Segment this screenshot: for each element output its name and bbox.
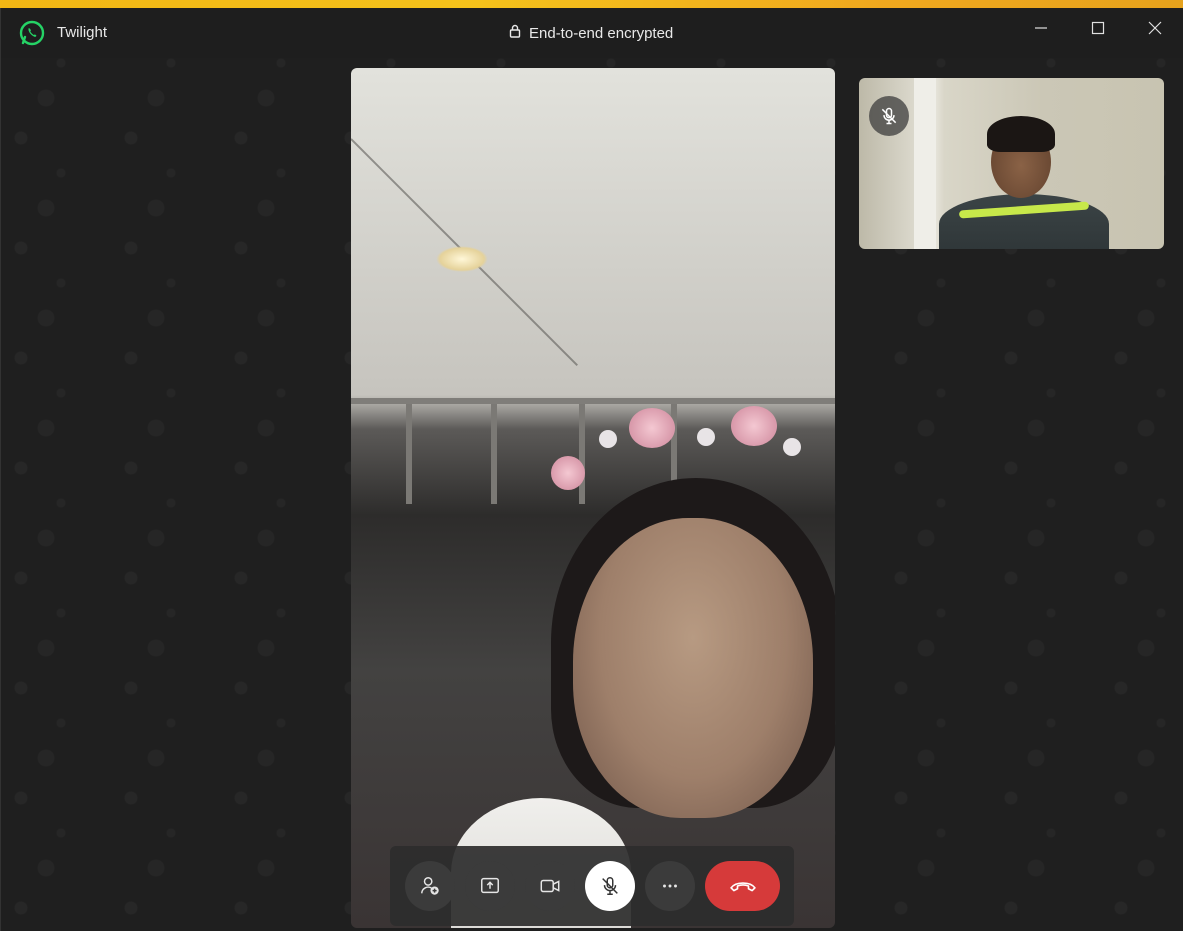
minimize-button[interactable] xyxy=(1026,16,1056,40)
share-screen-button[interactable] xyxy=(465,861,515,911)
add-person-icon xyxy=(421,877,439,895)
call-controls-bar xyxy=(390,846,794,926)
app-title: Twilight xyxy=(57,24,108,41)
lock-icon xyxy=(509,24,521,42)
maximize-icon xyxy=(1091,21,1105,35)
end-call-button[interactable] xyxy=(705,861,780,911)
self-muted-indicator xyxy=(869,96,909,136)
ceiling-lamp xyxy=(436,246,488,272)
minimize-icon xyxy=(1035,27,1047,29)
self-participant xyxy=(939,116,1109,249)
share-screen-icon xyxy=(481,877,499,894)
mute-button[interactable] xyxy=(585,861,635,911)
title-bar: Twilight End-to-end encrypted xyxy=(1,8,1183,58)
add-participant-button[interactable] xyxy=(405,861,455,911)
remote-video-feed xyxy=(351,68,835,928)
video-camera-icon xyxy=(540,879,560,893)
mic-off-icon xyxy=(881,107,897,125)
more-horizontal-icon xyxy=(663,884,677,888)
more-options-button[interactable] xyxy=(645,861,695,911)
camera-button[interactable] xyxy=(525,861,575,911)
encryption-status: End-to-end encrypted xyxy=(509,24,673,42)
maximize-button[interactable] xyxy=(1083,16,1113,40)
close-button[interactable] xyxy=(1140,16,1170,40)
encryption-label: End-to-end encrypted xyxy=(529,24,674,42)
close-icon xyxy=(1148,21,1162,35)
phone-hangup-icon xyxy=(729,882,756,892)
mic-off-icon xyxy=(602,877,618,895)
whatsapp-icon xyxy=(19,20,45,46)
call-window: Twilight End-to-end encrypted xyxy=(0,8,1183,931)
